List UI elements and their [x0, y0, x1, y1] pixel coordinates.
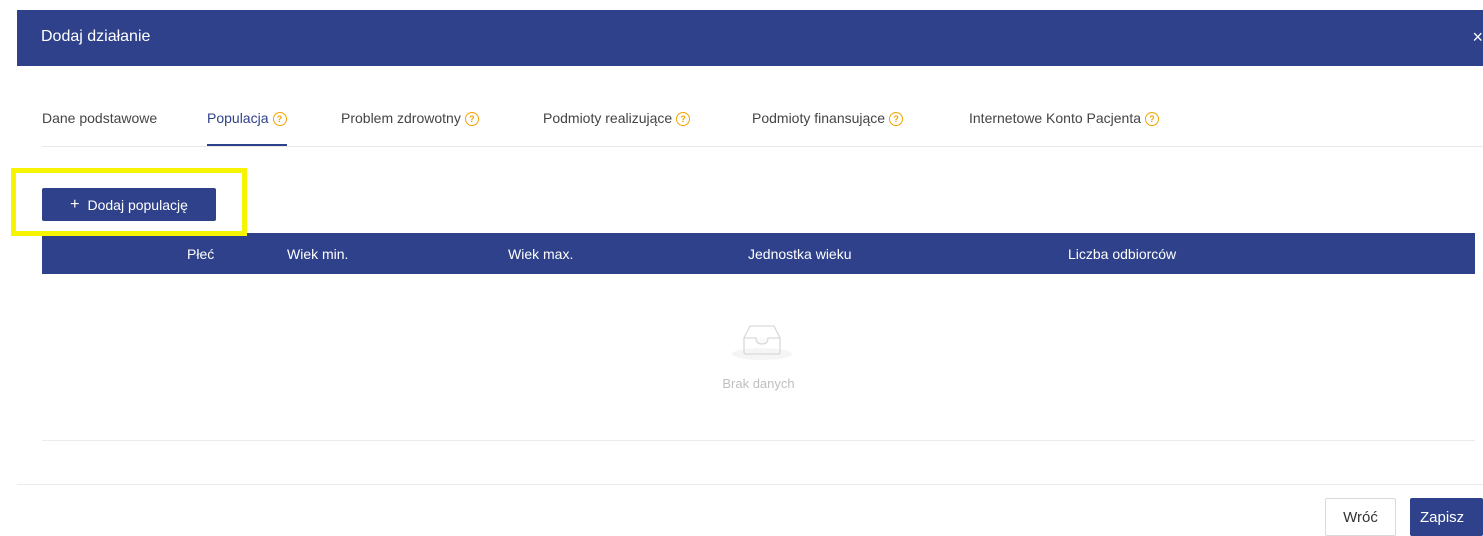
tab-podmioty-finansujace[interactable]: Podmioty finansujące? — [752, 110, 904, 146]
question-circle-icon[interactable]: ? — [889, 112, 904, 126]
tab-problem-zdrowotny[interactable]: Problem zdrowotny? — [341, 110, 479, 146]
tab-internetowe-konto-pacjenta[interactable]: Internetowe Konto Pacjenta? — [969, 110, 1160, 146]
column-header-liczba-odbiorcow: Liczba odbiorców — [1068, 246, 1177, 262]
back-button[interactable]: Wróć — [1325, 498, 1396, 536]
tab-label: Dane podstawowe — [42, 110, 158, 126]
tab-podmioty-realizujace[interactable]: Podmioty realizujące? — [543, 110, 691, 146]
tab-label: Problem zdrowotny — [341, 110, 461, 126]
footer-divider — [17, 484, 1483, 485]
empty-state: Brak danych — [42, 274, 1475, 441]
table-header: Płeć Wiek min. Wiek max. Jednostka wieku… — [42, 233, 1475, 274]
question-circle-icon[interactable]: ? — [1145, 112, 1160, 126]
save-button[interactable]: Zapisz — [1410, 498, 1483, 536]
tab-bar: Dane podstawowe Populacja? Problem zdrow… — [42, 100, 1483, 147]
modal-header: Dodaj działanie × — [17, 10, 1483, 66]
column-header-wiek-min: Wiek min. — [287, 246, 349, 262]
empty-inbox-icon — [732, 325, 792, 360]
tab-label: Podmioty finansujące — [752, 110, 886, 126]
question-circle-icon[interactable]: ? — [272, 112, 287, 126]
column-header-jednostka-wieku: Jednostka wieku — [748, 246, 852, 262]
add-population-label: Dodaj populację — [87, 196, 188, 213]
empty-text: Brak danych — [722, 376, 795, 391]
column-header-plec: Płeć — [187, 246, 215, 262]
tab-dane-podstawowe[interactable]: Dane podstawowe — [42, 110, 157, 146]
tab-populacja[interactable]: Populacja? — [207, 110, 287, 146]
close-icon[interactable]: × — [1472, 27, 1483, 47]
plus-icon: + — [70, 195, 80, 213]
column-header-wiek-max: Wiek max. — [508, 246, 574, 262]
tab-label: Populacja — [207, 110, 269, 126]
question-circle-icon[interactable]: ? — [676, 112, 691, 126]
modal-title: Dodaj działanie — [41, 28, 151, 45]
tab-label: Podmioty realizujące — [543, 110, 673, 126]
tab-label: Internetowe Konto Pacjenta — [969, 110, 1142, 126]
add-population-button[interactable]: + Dodaj populację — [42, 188, 216, 221]
question-circle-icon[interactable]: ? — [464, 112, 479, 126]
